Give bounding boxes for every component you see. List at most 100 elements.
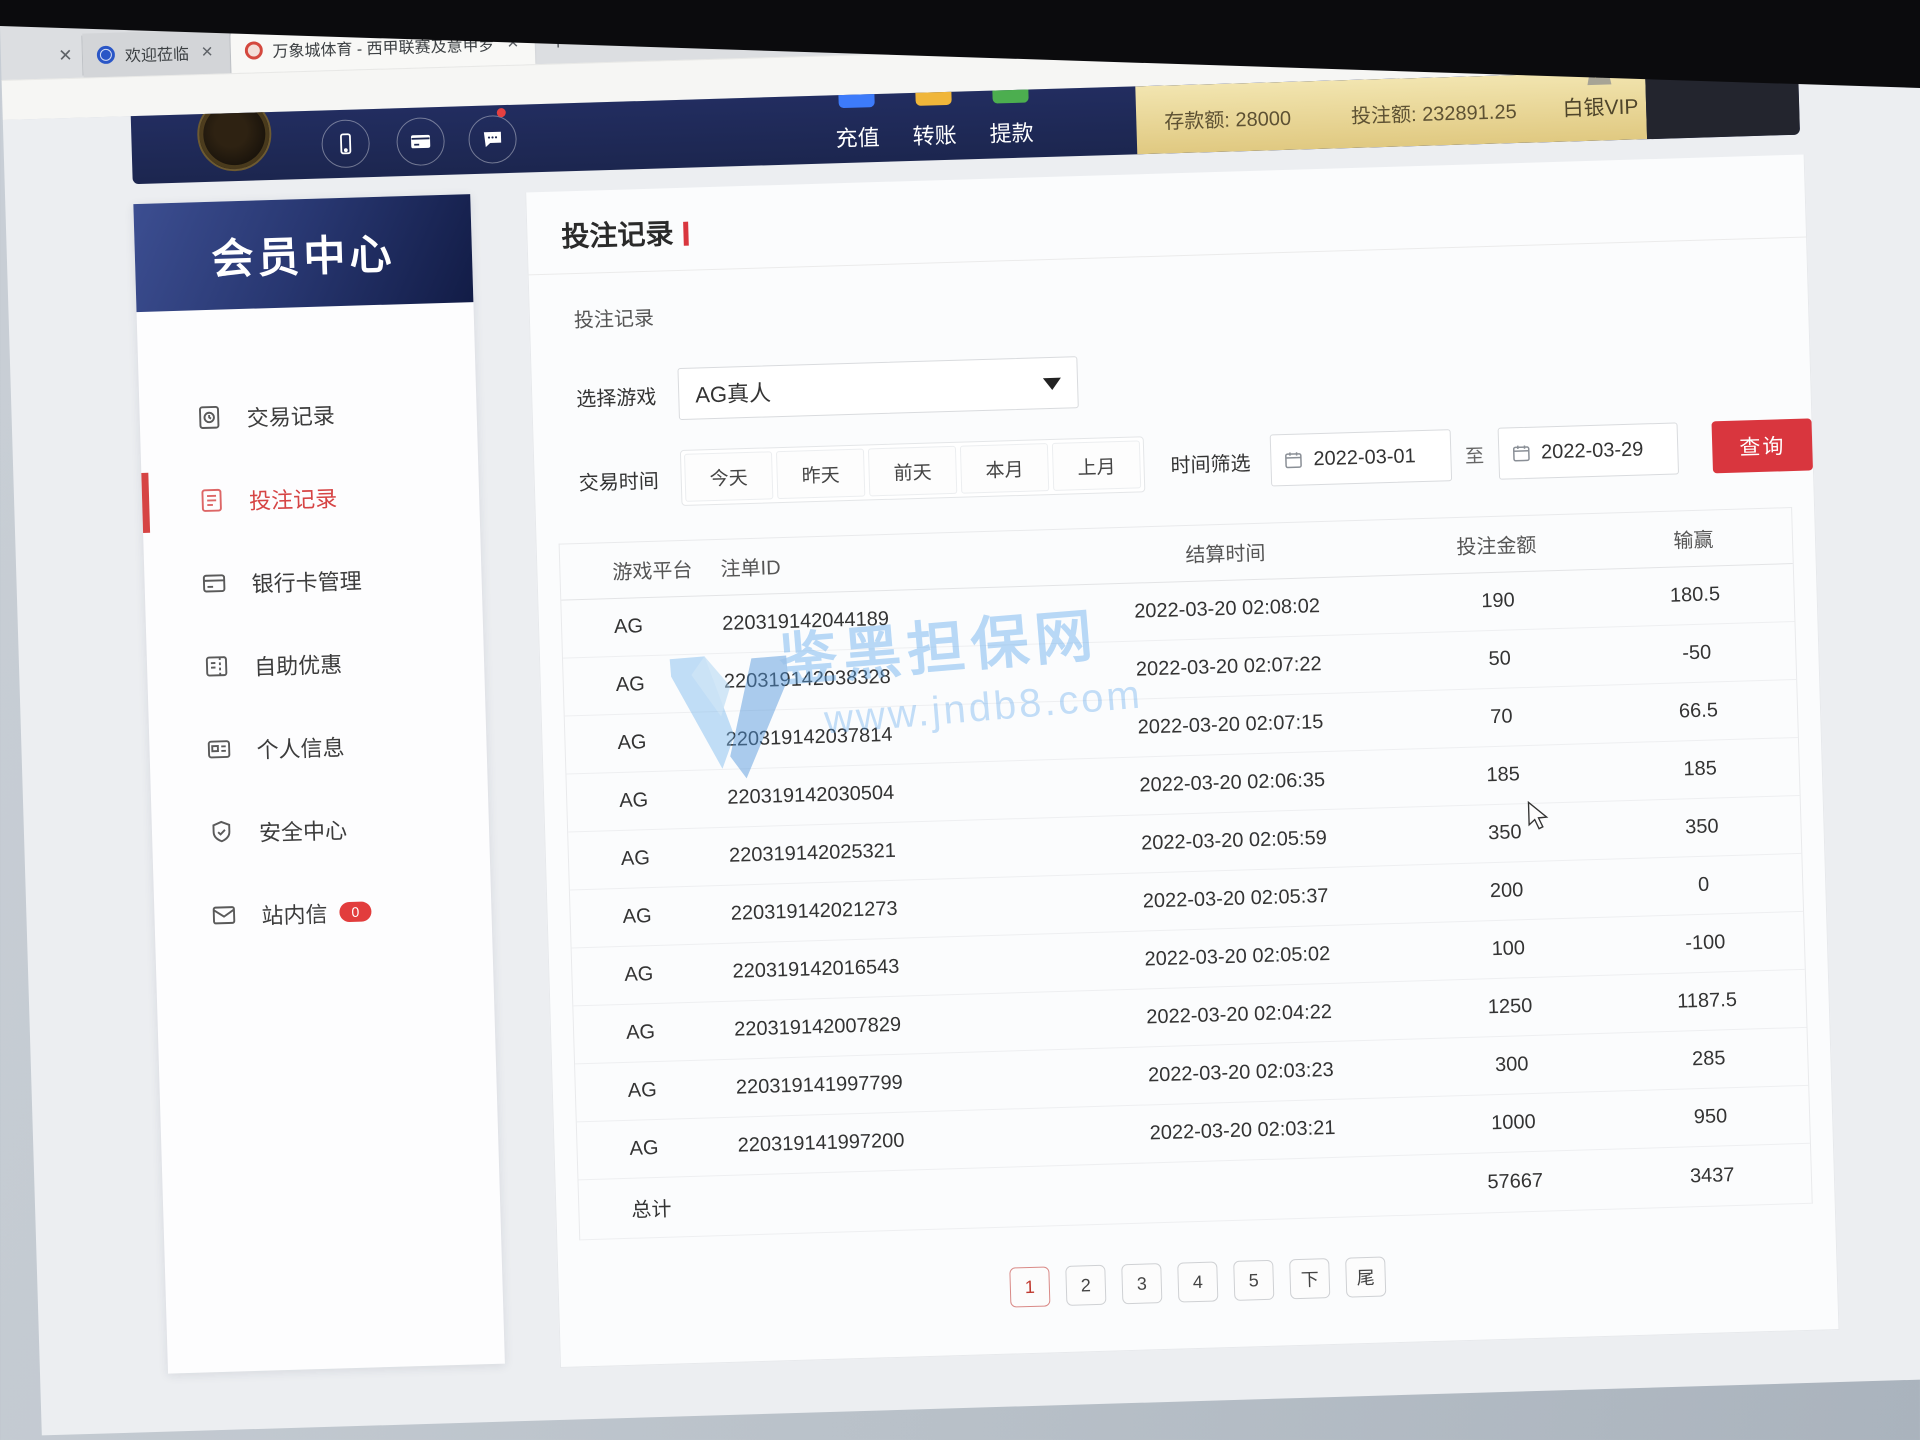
quick-lastmonth-button[interactable]: 上月 — [1052, 440, 1141, 491]
notification-dot — [497, 108, 506, 117]
page-button-last[interactable]: 尾 — [1345, 1256, 1386, 1297]
sidebar-title: 会员中心 — [133, 194, 473, 312]
col-header-settle-time: 结算时间 — [1053, 533, 1399, 572]
nav-item-label: 提款 — [973, 115, 1050, 149]
tab-title: 欢迎莅临 — [125, 40, 190, 66]
bank-card-icon[interactable] — [396, 117, 445, 166]
cell-settle-time: 2022-03-20 02:05:59 — [1061, 825, 1406, 858]
cell-amount: 300 — [1413, 1051, 1611, 1080]
deposit-value: 28000 — [1235, 107, 1291, 131]
sidebar-item-transaction-records[interactable]: 交易记录 — [139, 368, 478, 461]
quick-yesterday-button[interactable]: 昨天 — [776, 449, 865, 500]
browser-tab-welcome[interactable]: 欢迎莅临 ✕ — [82, 29, 231, 77]
cell-winloss: 950 — [1612, 1103, 1810, 1132]
cell-settle-time: 2022-03-20 02:03:23 — [1068, 1057, 1413, 1090]
sidebar-item-bank-cards[interactable]: 银行卡管理 — [143, 534, 482, 627]
page-button-5[interactable]: 5 — [1233, 1260, 1274, 1301]
sidebar-item-profile[interactable]: 个人信息 — [148, 700, 487, 793]
shield-check-icon — [208, 818, 236, 846]
sidebar-item-security-center[interactable]: 安全中心 — [151, 783, 490, 876]
cell-bet-id: 220319142007829 — [734, 1009, 1067, 1042]
mouse-cursor — [1526, 800, 1553, 831]
pagination: 1 2 3 4 5 下 尾 — [558, 1243, 1837, 1321]
time-filter-label: 交易时间 — [578, 464, 659, 495]
vip-label: 白银VIP — [1562, 95, 1639, 120]
page-button-2[interactable]: 2 — [1065, 1265, 1106, 1306]
cell-winloss: -100 — [1607, 929, 1805, 958]
deposit-label: 存款额: — [1164, 109, 1230, 133]
sidebar-item-self-promo[interactable]: 自助优惠 — [146, 617, 485, 710]
cell-bet-id: 220319142030504 — [727, 777, 1060, 810]
account-summary-panel: 存款额: 28000 投注额: 232891.25 白银VIP — [1135, 71, 1647, 154]
quick-daybefore-button[interactable]: 前天 — [868, 446, 957, 497]
date-from-input[interactable]: 2022-03-01 — [1270, 429, 1452, 486]
nav-item-withdraw[interactable]: 提款 — [972, 89, 1050, 159]
cell-bet-id: 220319142038328 — [724, 661, 1057, 694]
sidebar-item-label: 银行卡管理 — [251, 563, 362, 598]
range-to-label: 至 — [1465, 441, 1485, 469]
page-button-4[interactable]: 4 — [1177, 1261, 1218, 1302]
cell-bet-id: 220319142016543 — [732, 951, 1065, 984]
mobile-app-icon[interactable] — [321, 119, 370, 168]
cell-winloss: 350 — [1603, 813, 1801, 842]
sidebar: 会员中心 交易记录 投注记录 — [133, 194, 505, 1373]
chat-icon[interactable] — [468, 115, 517, 164]
cell-amount: 190 — [1399, 587, 1597, 616]
vip-level: 白银VIP — [1562, 90, 1639, 122]
sidebar-item-messages[interactable]: 站内信 0 — [153, 866, 492, 959]
bank-card-icon — [200, 569, 228, 597]
page-button-1[interactable]: 1 — [1009, 1266, 1050, 1307]
col-header-bet-id: 注单ID — [720, 543, 1053, 582]
total-empty — [739, 1195, 1071, 1205]
cell-platform: AG — [574, 1019, 735, 1047]
cell-platform: AG — [576, 1077, 737, 1105]
tab-favicon-blue — [97, 46, 116, 65]
game-select[interactable]: AG真人 — [677, 356, 1078, 420]
nav-item-deposit[interactable]: 充值 — [818, 93, 896, 163]
page-button-3[interactable]: 3 — [1121, 1263, 1162, 1304]
bet-label: 投注额: — [1351, 104, 1417, 128]
date-to-value: 2022-03-29 — [1541, 438, 1644, 464]
page-title-row: 投注记录 — [526, 155, 1806, 276]
cell-amount: 1250 — [1411, 993, 1609, 1022]
sidebar-item-label: 安全中心 — [259, 813, 348, 848]
sidebar-item-label: 交易记录 — [246, 398, 335, 433]
envelope-icon — [210, 901, 238, 929]
browser-window: ✕ 欢迎莅临 ✕ 万象城体育 - 西甲联赛及意甲罗 ✕ + — [0, 0, 1920, 1435]
quick-thismonth-button[interactable]: 本月 — [960, 443, 1049, 494]
cell-bet-id: 220319141997799 — [736, 1067, 1069, 1100]
cell-platform: AG — [567, 787, 728, 815]
total-label: 总计 — [579, 1191, 740, 1225]
unread-badge: 0 — [339, 901, 371, 922]
bet-value: 232891.25 — [1422, 101, 1517, 126]
close-icon[interactable]: ✕ — [199, 41, 216, 63]
chevron-down-icon — [1043, 378, 1061, 391]
search-button[interactable]: 查询 — [1712, 418, 1813, 473]
cell-winloss: 185 — [1601, 755, 1799, 784]
nav-item-transfer[interactable]: 转账 — [895, 91, 973, 161]
range-filter-label: 时间筛选 — [1170, 447, 1251, 478]
cell-bet-id: 220319141997200 — [737, 1125, 1070, 1158]
bet-records-table: 游戏平台 注单ID 结算时间 投注金额 输赢 AG 22031914204418… — [559, 507, 1813, 1240]
quick-today-button[interactable]: 今天 — [684, 451, 773, 502]
cell-settle-time: 2022-03-20 02:08:02 — [1054, 593, 1399, 626]
sidebar-item-label: 投注记录 — [249, 481, 338, 516]
cell-settle-time: 2022-03-20 02:03:21 — [1070, 1115, 1415, 1148]
cell-amount: 50 — [1401, 645, 1599, 674]
cell-amount: 70 — [1403, 703, 1601, 732]
sidebar-item-bet-records[interactable]: 投注记录 — [141, 451, 480, 544]
page-button-next[interactable]: 下 — [1289, 1258, 1330, 1299]
cell-settle-time: 2022-03-20 02:04:22 — [1066, 999, 1411, 1032]
col-header-winloss: 输赢 — [1594, 521, 1792, 556]
cell-amount: 185 — [1404, 761, 1602, 790]
game-select-label: 选择游戏 — [576, 380, 657, 411]
cell-platform: AG — [564, 671, 725, 699]
cell-platform: AG — [577, 1135, 738, 1163]
quick-date-group: 今天 昨天 前天 本月 上月 — [680, 436, 1145, 506]
date-to-input[interactable]: 2022-03-29 — [1497, 422, 1679, 479]
cell-settle-time: 2022-03-20 02:06:35 — [1060, 767, 1405, 800]
cell-bet-id: 220319142037814 — [725, 719, 1058, 752]
calendar-icon — [1511, 443, 1532, 464]
close-icon[interactable]: ✕ — [48, 36, 83, 77]
sidebar-menu: 交易记录 投注记录 银行卡管理 — [137, 302, 493, 959]
